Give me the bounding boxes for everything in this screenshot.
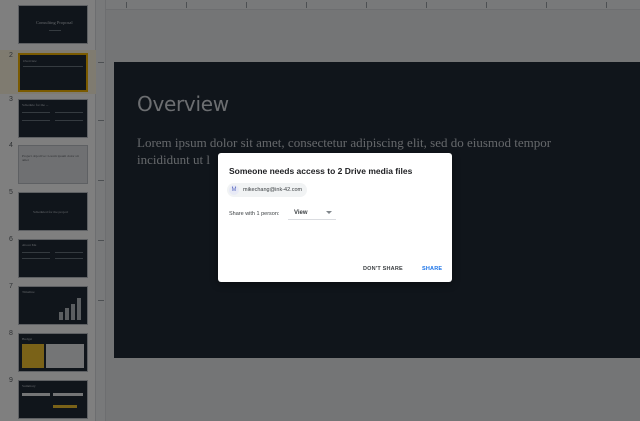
- recipient-email: mikechang@ink-42.com: [243, 187, 303, 193]
- recipient-chip: M mikechang@ink-42.com: [227, 183, 308, 197]
- dont-share-button[interactable]: DON'T SHARE: [363, 266, 403, 272]
- share-button[interactable]: SHARE: [422, 266, 442, 272]
- share-access-dialog: Someone needs access to 2 Drive media fi…: [218, 153, 452, 282]
- permission-value: View: [294, 209, 308, 216]
- dialog-title: Someone needs access to 2 Drive media fi…: [229, 166, 413, 176]
- share-with-label: Share with 1 person:: [229, 211, 280, 217]
- permission-dropdown[interactable]: View: [288, 206, 336, 220]
- chevron-down-icon: [326, 211, 332, 214]
- avatar: M: [229, 185, 239, 195]
